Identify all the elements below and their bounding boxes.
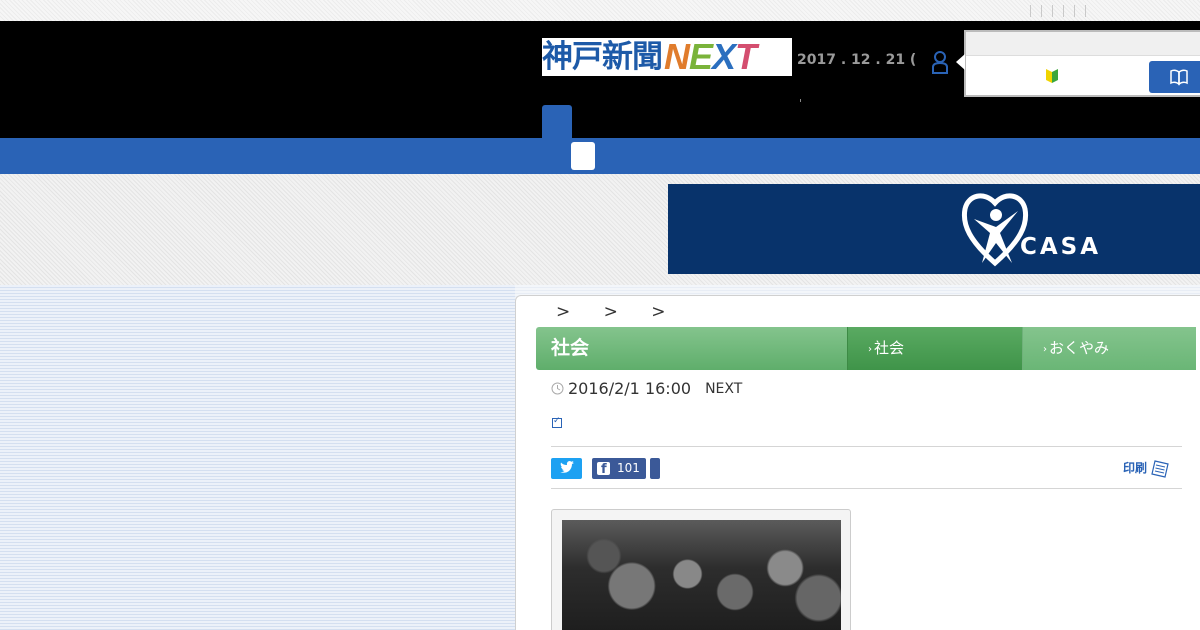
publish-date: 2016/2/1 16:00 <box>568 379 692 398</box>
category-title: 社会 <box>536 327 847 370</box>
user-popup <box>956 30 1200 97</box>
left-column <box>0 285 515 630</box>
tab-label: 社会 <box>874 339 905 357</box>
top-strip <box>0 0 1200 21</box>
logo-next-text: NEXT <box>664 38 757 76</box>
header-tick <box>800 99 803 102</box>
share-more-button[interactable] <box>650 458 660 479</box>
print-link[interactable]: 印刷 <box>1123 459 1147 476</box>
top-ticks <box>1030 5 1090 17</box>
breadcrumb[interactable]: > > > <box>556 302 680 322</box>
header-date: 2017 . 12 . 21 ( <box>797 52 917 68</box>
article-photo[interactable] <box>562 520 841 630</box>
logo-jp-text: 神戸新聞 <box>542 39 663 75</box>
nav-home-button[interactable] <box>571 142 595 170</box>
clock-icon <box>551 382 564 395</box>
category-bar: 社会 › 社会 › おくやみ <box>536 327 1196 370</box>
divider <box>551 446 1182 447</box>
casa-banner[interactable]: CASA <box>668 184 1200 274</box>
article-card: > > > 社会 ›社会 ›おくやみ 2016/2/1 16:00 NEXT 1… <box>515 295 1200 630</box>
facebook-share-count: 101 <box>617 461 640 475</box>
article-photo-frame <box>551 509 851 630</box>
check-icon[interactable] <box>552 416 562 428</box>
twitter-icon <box>560 460 574 473</box>
twitter-share-button[interactable] <box>551 458 582 479</box>
article-source: NEXT <box>705 380 743 397</box>
user-icon[interactable] <box>930 49 950 75</box>
tab-society[interactable]: › 社会 <box>847 327 1022 370</box>
nav-tab[interactable] <box>542 105 572 138</box>
tab-label: おくやみ <box>1049 339 1110 357</box>
article-meta: 2016/2/1 16:00 NEXT <box>551 379 742 398</box>
site-logo[interactable]: 神戸新聞 NEXT <box>542 38 792 76</box>
popup-header <box>966 32 1200 56</box>
facebook-share-button[interactable]: 101 <box>592 458 646 480</box>
nav-bar <box>0 138 1200 174</box>
casa-brand-text: CASA <box>1020 234 1102 260</box>
chevron-right-icon: › <box>1043 344 1047 355</box>
book-icon <box>1170 69 1188 86</box>
book-button[interactable] <box>1149 61 1200 93</box>
beginner-mark-icon[interactable] <box>1046 69 1058 83</box>
tab-obituary[interactable]: › おくやみ <box>1022 327 1196 370</box>
facebook-icon <box>597 459 610 480</box>
divider <box>551 488 1182 489</box>
print-icon[interactable] <box>1150 459 1172 479</box>
chevron-right-icon: › <box>868 344 872 355</box>
site-header: 神戸新聞 NEXT 2017 . 12 . 21 ( <box>0 21 1200 138</box>
